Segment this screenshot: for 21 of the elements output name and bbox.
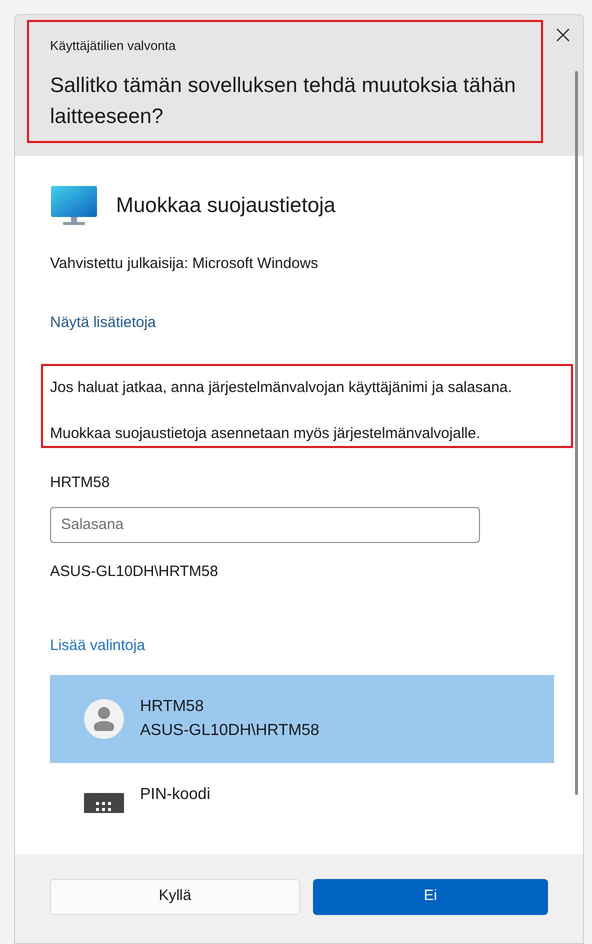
more-options-link[interactable]: Lisää valintoja bbox=[50, 635, 146, 658]
credential-option[interactable]: HRTM58 ASUS-GL10DH\HRTM58 bbox=[50, 674, 554, 762]
user-name: HRTM58 bbox=[50, 473, 111, 493]
details-link[interactable]: Näytä lisätietoja bbox=[50, 312, 156, 334]
dialog-question: Sallitko tämän sovelluksen tehdä muutoksia tähän laitteeseen? bbox=[50, 72, 517, 130]
monitor-icon bbox=[50, 185, 98, 227]
user-avatar-icon bbox=[84, 698, 124, 738]
app-name: Muokkaa suojaustietoja bbox=[116, 193, 336, 220]
option-title: PIN-koodi bbox=[140, 784, 210, 804]
password-field[interactable]: Salasana bbox=[50, 506, 480, 542]
message-paragraph: Jos haluat jatkaa, anna järjestelmänvalvojan käyttäjänimi ja salasana. bbox=[50, 378, 513, 398]
user-domain: ASUS-GL10DH\HRTM58 bbox=[50, 562, 220, 582]
dialog-caption: Käyttäjätilien valvonta bbox=[50, 37, 177, 55]
message-paragraph: Muokkaa suojaustietoja asennetaan myös järjestelmänvalvojalle. bbox=[50, 424, 482, 444]
option-title: HRTM58 bbox=[140, 696, 205, 716]
dialog-button[interactable]: Ei bbox=[312, 878, 548, 914]
publisher-text: Vahvistettu julkaisija: Microsoft Windows bbox=[50, 254, 320, 274]
dialog-button[interactable]: Kyllä bbox=[50, 878, 300, 914]
close-icon bbox=[556, 28, 570, 42]
option-subtitle: ASUS-GL10DH\HRTM58 bbox=[140, 720, 320, 740]
keypad-icon bbox=[84, 792, 124, 812]
